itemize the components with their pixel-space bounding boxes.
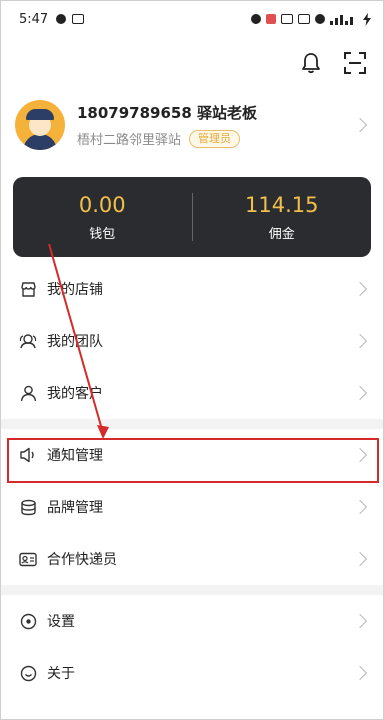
user-icon (19, 384, 37, 402)
status-bar: 5:47 (1, 1, 383, 37)
chevron-right-icon (352, 447, 368, 463)
menu-label-brand: 品牌管理 (47, 500, 103, 516)
section-gap (1, 419, 383, 429)
chevron-right-icon (352, 665, 368, 681)
avatar (15, 100, 65, 150)
team-icon (19, 332, 37, 350)
about-icon (19, 664, 37, 682)
menu-item-settings[interactable]: 设置 (1, 595, 383, 647)
profile-card[interactable]: 18079789658 驿站老板 梧村二路邻里驿站 管理员 (1, 89, 383, 161)
settings-icon (19, 612, 37, 630)
status-time: 5:47 (19, 11, 49, 27)
chevron-right-icon (352, 385, 368, 401)
menu-list: 我的店铺 我的团队 我的客户 通知管理 品牌管理 合作快递员 设置 关于 (1, 263, 383, 699)
chevron-right-icon (352, 613, 368, 629)
chevron-right-icon (352, 117, 368, 133)
id-card-icon (19, 550, 37, 568)
vibrate-icon (315, 14, 325, 24)
menu-item-store[interactable]: 我的店铺 (1, 263, 383, 315)
top-action-bar (1, 37, 383, 89)
section-gap (1, 585, 383, 595)
chevron-right-icon (352, 281, 368, 297)
wallet-commission-amount: 114.15 (245, 192, 319, 217)
menu-label-couriers: 合作快递员 (47, 552, 117, 568)
menu-item-notify[interactable]: 通知管理 (1, 429, 383, 481)
menu-item-customers[interactable]: 我的客户 (1, 367, 383, 419)
charging-icon (363, 12, 371, 26)
profile-name: 18079789658 驿站老板 (77, 104, 258, 122)
wallet-commission[interactable]: 114.15 佣金 (193, 193, 372, 242)
scan-icon[interactable] (341, 49, 369, 77)
alarm-icon (251, 14, 261, 24)
wallet-balance[interactable]: 0.00 钱包 (13, 193, 192, 242)
bell-icon[interactable] (297, 49, 325, 77)
status-left-icons (56, 14, 85, 24)
role-badge: 管理员 (189, 129, 241, 148)
wallet-balance-amount: 0.00 (78, 192, 126, 217)
chevron-right-icon (352, 333, 368, 349)
menu-label-store: 我的店铺 (47, 282, 103, 298)
menu-label-notify: 通知管理 (47, 448, 103, 464)
menu-item-brand[interactable]: 品牌管理 (1, 481, 383, 533)
layers-icon (19, 498, 37, 516)
menu-label-settings: 设置 (47, 614, 75, 630)
notification-icon (72, 14, 85, 24)
menu-label-customers: 我的客户 (47, 386, 103, 402)
status-right-icons (251, 12, 371, 26)
store-icon (19, 280, 37, 298)
profile-subline: 梧村二路邻里驿站 管理员 (77, 129, 257, 148)
chevron-right-icon (352, 551, 368, 567)
app-notice-icon (266, 14, 276, 24)
nfc-icon (298, 14, 310, 24)
record-icon (56, 14, 67, 24)
profile-info: 18079789658 驿站老板 梧村二路邻里驿站 管理员 (77, 102, 257, 148)
menu-item-couriers[interactable]: 合作快递员 (1, 533, 383, 585)
signal-icon (330, 15, 353, 25)
wallet-commission-label: 佣金 (268, 226, 295, 242)
speaker-icon (19, 446, 37, 464)
menu-label-about: 关于 (47, 666, 75, 682)
mute-icon (281, 14, 293, 24)
wallet-balance-label: 钱包 (89, 226, 116, 242)
menu-label-team: 我的团队 (47, 334, 103, 350)
wallet-card: 0.00 钱包 114.15 佣金 (13, 177, 371, 257)
menu-item-team[interactable]: 我的团队 (1, 315, 383, 367)
menu-item-about[interactable]: 关于 (1, 647, 383, 699)
chevron-right-icon (352, 499, 368, 515)
phone-screen: 5:47 18079789658 驿站老板 梧村二路邻里驿站 管理员 0.00 … (0, 0, 384, 720)
station-name: 梧村二路邻里驿站 (77, 133, 182, 148)
